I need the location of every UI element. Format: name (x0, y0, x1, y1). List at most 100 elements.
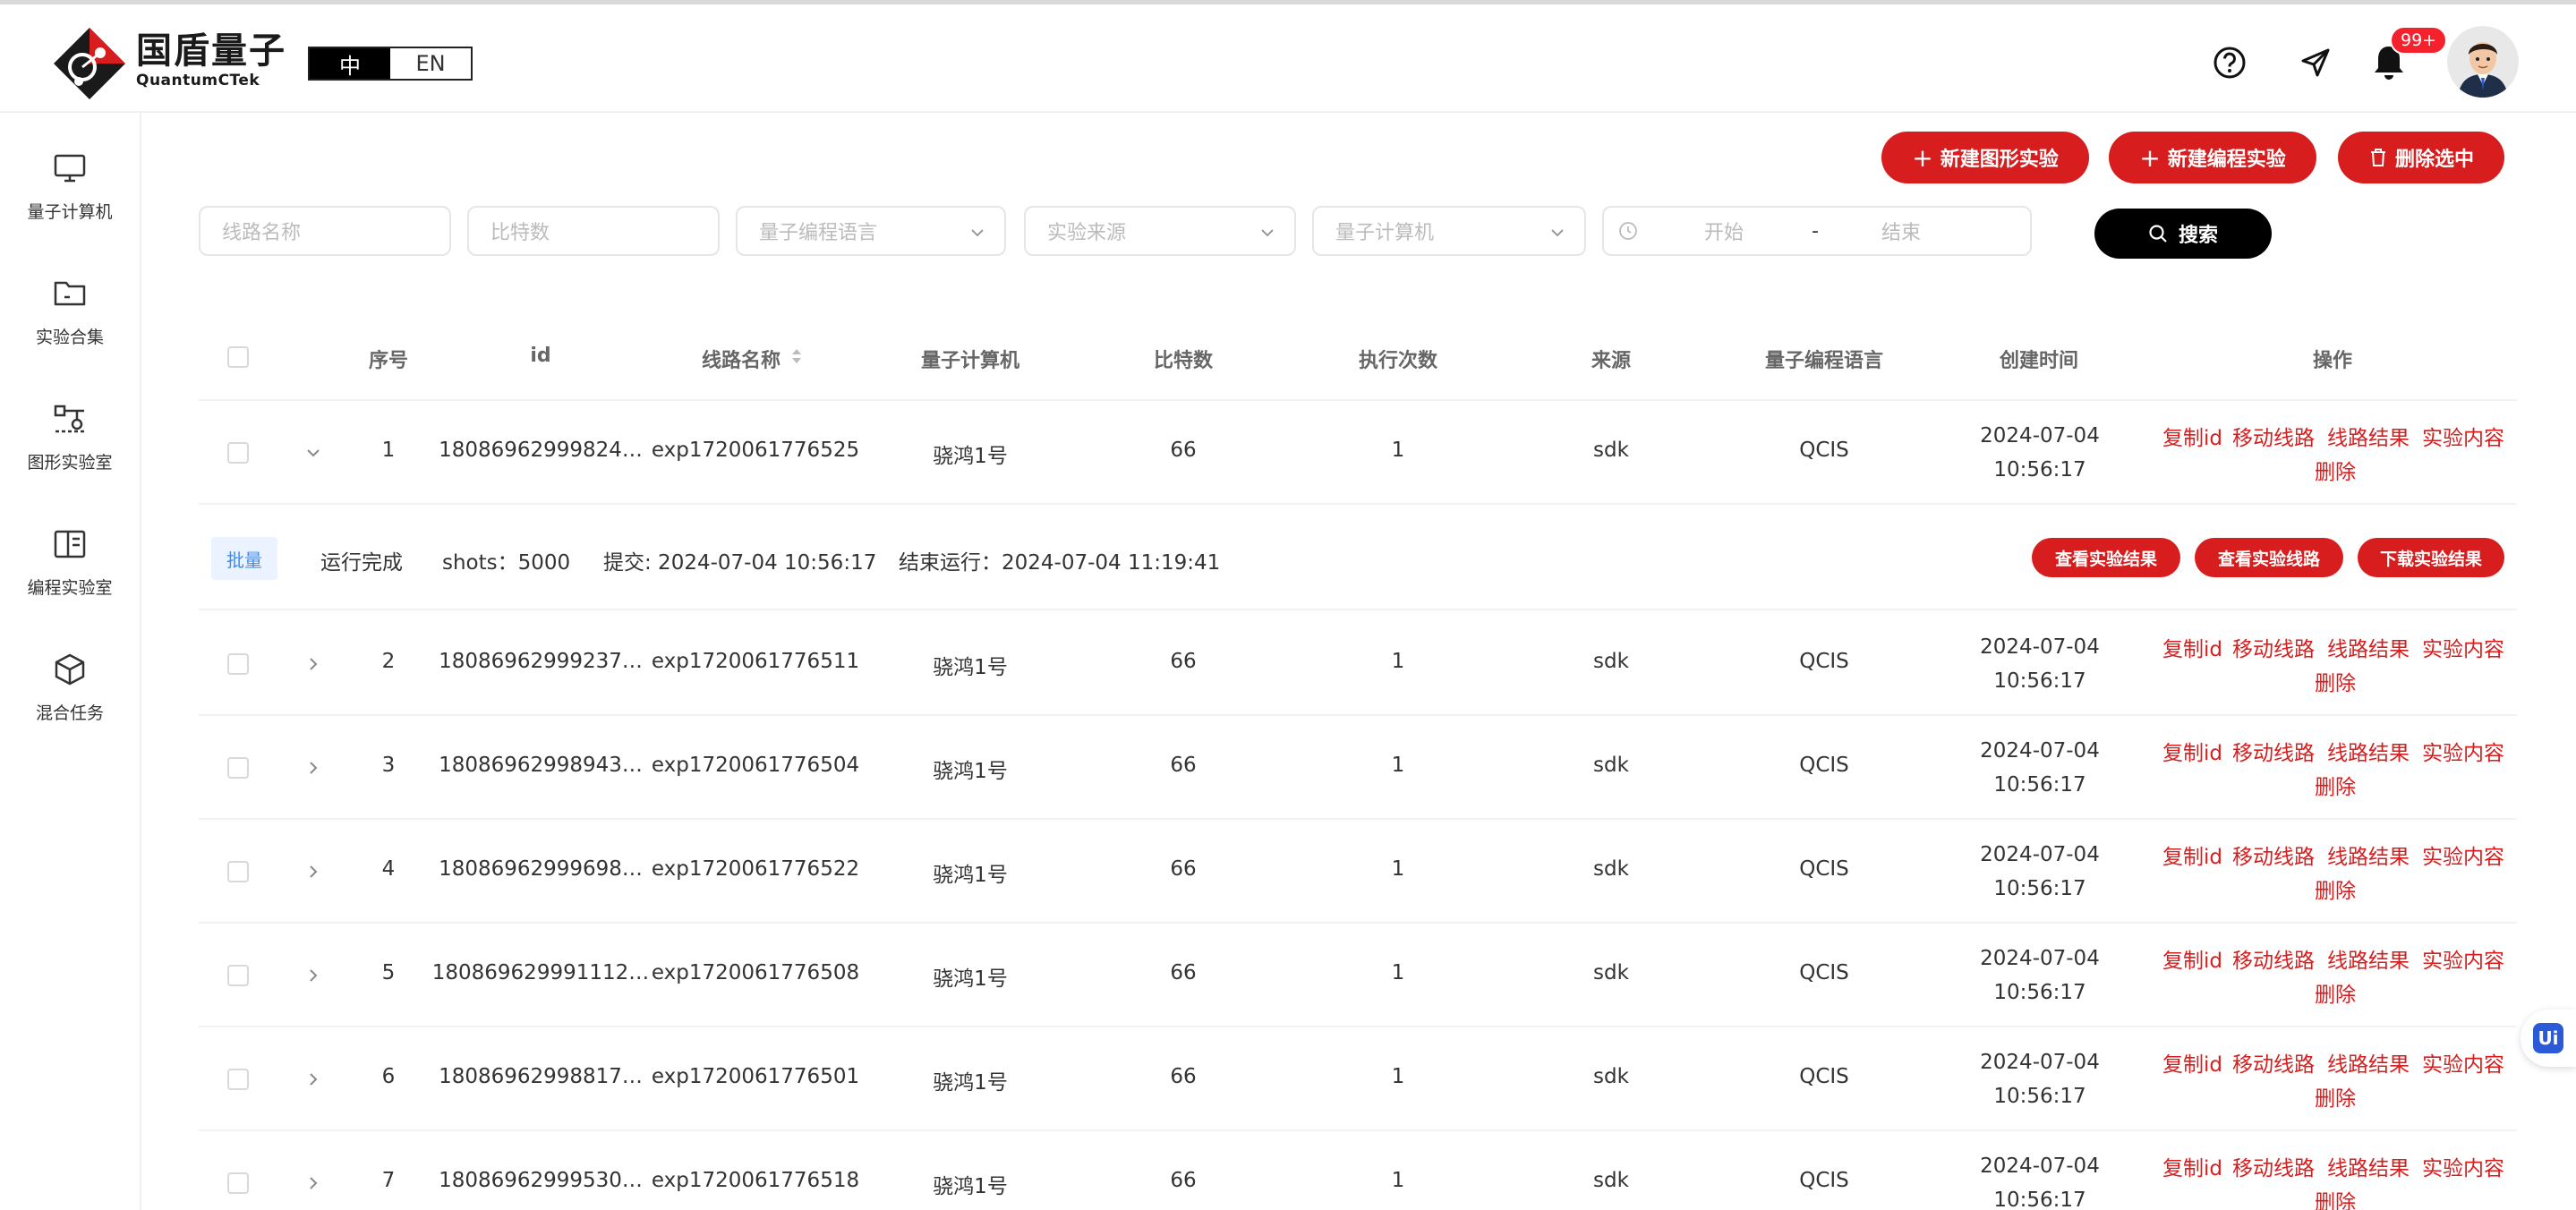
sort-icon[interactable] (789, 346, 804, 366)
lang-zh-button[interactable]: 中 (310, 48, 390, 79)
quantumctek-logo-icon[interactable] (52, 26, 127, 101)
header-source: 来源 (1591, 350, 1632, 372)
sidebar-item-programming-lab[interactable]: 编程实验室 (0, 516, 140, 614)
header-qubits: 比特数 (1153, 350, 1214, 372)
cell-source: sdk (1593, 1065, 1629, 1088)
user-avatar[interactable] (2447, 26, 2519, 98)
circuit-result-link[interactable]: 线路结果 (2327, 943, 2410, 974)
row-checkbox[interactable] (227, 653, 249, 675)
delete-link[interactable]: 删除 (2315, 1081, 2356, 1112)
row-checkbox[interactable] (227, 1172, 249, 1194)
delete-link[interactable]: 删除 (2315, 770, 2356, 800)
circuit-result-link[interactable]: 线路结果 (2327, 632, 2410, 662)
date-end-input[interactable]: 结束 (1881, 217, 1921, 245)
qubits-input[interactable]: 比特数 (467, 206, 720, 256)
computer-select[interactable]: 量子计算机 (1312, 206, 1586, 256)
sidebar-item-label: 量子计算机 (27, 202, 113, 222)
chevron-right-icon[interactable] (304, 1070, 322, 1088)
row-checkbox[interactable] (227, 965, 249, 986)
copy-id-link[interactable]: 复制id (2162, 1151, 2222, 1181)
notification-badge: 99+ (2390, 26, 2448, 55)
delete-selected-button[interactable]: 删除选中 (2338, 132, 2504, 183)
chevron-right-icon[interactable] (304, 863, 322, 881)
move-circuit-link[interactable]: 移动线路 (2232, 632, 2315, 662)
select-all-checkbox[interactable] (227, 346, 249, 368)
circuit-result-link[interactable]: 线路结果 (2327, 1047, 2410, 1078)
chevron-down-icon[interactable] (304, 444, 322, 462)
sidebar-item-graphic-lab[interactable]: 图形实验室 (0, 390, 140, 489)
experiment-content-link[interactable]: 实验内容 (2422, 943, 2504, 974)
cell-source: sdk (1593, 754, 1629, 777)
move-circuit-link[interactable]: 移动线路 (2232, 839, 2315, 870)
cell-runs: 1 (1391, 439, 1405, 462)
view-result-button[interactable]: 查看实验结果 (2032, 538, 2180, 577)
delete-link[interactable]: 删除 (2315, 873, 2356, 904)
cell-qubits: 66 (1170, 439, 1197, 462)
floating-assistant-button[interactable]: Ui (2521, 1010, 2576, 1067)
sidebar-item-hybrid-task[interactable]: 混合任务 (0, 641, 140, 739)
delete-link[interactable]: 删除 (2315, 666, 2356, 696)
cell-qubits: 66 (1170, 1065, 1197, 1088)
experiment-content-link[interactable]: 实验内容 (2422, 839, 2504, 870)
copy-id-link[interactable]: 复制id (2162, 943, 2222, 974)
header-ops: 操作 (2312, 350, 2353, 372)
cell-language: QCIS (1799, 1065, 1849, 1088)
divider (199, 609, 2517, 610)
new-program-experiment-button[interactable]: + 新建编程实验 (2109, 132, 2316, 183)
circuit-result-link[interactable]: 线路结果 (2327, 421, 2410, 451)
cell-created: 2024-07-04 10:56:17 (1980, 1051, 2100, 1108)
help-icon[interactable] (2207, 40, 2252, 85)
row-checkbox[interactable] (227, 861, 249, 882)
circuit-result-link[interactable]: 线路结果 (2327, 736, 2410, 766)
move-circuit-link[interactable]: 移动线路 (2232, 1151, 2315, 1181)
move-circuit-link[interactable]: 移动线路 (2232, 943, 2315, 974)
row-checkbox[interactable] (227, 442, 249, 464)
row-checkbox[interactable] (227, 1069, 249, 1090)
cube-icon (55, 653, 85, 686)
circuit-name-input[interactable]: 线路名称 (199, 206, 451, 256)
row-checkbox[interactable] (227, 757, 249, 779)
source-select[interactable]: 实验来源 (1024, 206, 1296, 256)
delete-link[interactable]: 删除 (2315, 455, 2356, 485)
cell-language: QCIS (1799, 857, 1849, 881)
copy-id-link[interactable]: 复制id (2162, 421, 2222, 451)
lang-en-button[interactable]: EN (390, 48, 471, 79)
experiment-content-link[interactable]: 实验内容 (2422, 1151, 2504, 1181)
trash-icon (2370, 149, 2385, 166)
date-start-input[interactable]: 开始 (1704, 217, 1744, 245)
header-name[interactable]: 线路名称 (702, 345, 780, 373)
sidebar-item-experiment-collection[interactable]: 实验合集 (0, 265, 140, 363)
move-circuit-link[interactable]: 移动线路 (2232, 1047, 2315, 1078)
delete-link[interactable]: 删除 (2315, 1185, 2356, 1210)
copy-id-link[interactable]: 复制id (2162, 632, 2222, 662)
shots-count: shots：5000 (442, 551, 571, 575)
circuit-result-link[interactable]: 线路结果 (2327, 839, 2410, 870)
delete-link[interactable]: 删除 (2315, 977, 2356, 1008)
circuit-result-link[interactable]: 线路结果 (2327, 1151, 2410, 1181)
cell-runs: 1 (1391, 857, 1405, 881)
language-select[interactable]: 量子编程语言 (736, 206, 1006, 256)
chevron-right-icon[interactable] (304, 967, 322, 984)
experiment-content-link[interactable]: 实验内容 (2422, 1047, 2504, 1078)
view-circuit-button[interactable]: 查看实验线路 (2195, 538, 2343, 577)
chevron-right-icon[interactable] (304, 759, 322, 777)
date-range-picker[interactable]: 开始 - 结束 (1602, 206, 2032, 256)
move-circuit-link[interactable]: 移动线路 (2232, 736, 2315, 766)
chevron-right-icon[interactable] (304, 1174, 322, 1192)
header-index: 序号 (368, 350, 409, 372)
cell-name: exp1720061776504 (651, 754, 860, 777)
copy-id-link[interactable]: 复制id (2162, 736, 2222, 766)
new-graphic-experiment-button[interactable]: + 新建图形实验 (1881, 132, 2089, 183)
download-result-button[interactable]: 下载实验结果 (2358, 538, 2504, 577)
send-icon[interactable] (2293, 40, 2338, 85)
copy-id-link[interactable]: 复制id (2162, 1047, 2222, 1078)
search-button[interactable]: 搜索 (2094, 209, 2272, 259)
cell-name: exp1720061776522 (651, 857, 860, 881)
experiment-content-link[interactable]: 实验内容 (2422, 421, 2504, 451)
move-circuit-link[interactable]: 移动线路 (2232, 421, 2315, 451)
copy-id-link[interactable]: 复制id (2162, 839, 2222, 870)
chevron-right-icon[interactable] (304, 655, 322, 673)
experiment-content-link[interactable]: 实验内容 (2422, 632, 2504, 662)
experiment-content-link[interactable]: 实验内容 (2422, 736, 2504, 766)
sidebar-item-quantum-computer[interactable]: 量子计算机 (0, 140, 140, 238)
